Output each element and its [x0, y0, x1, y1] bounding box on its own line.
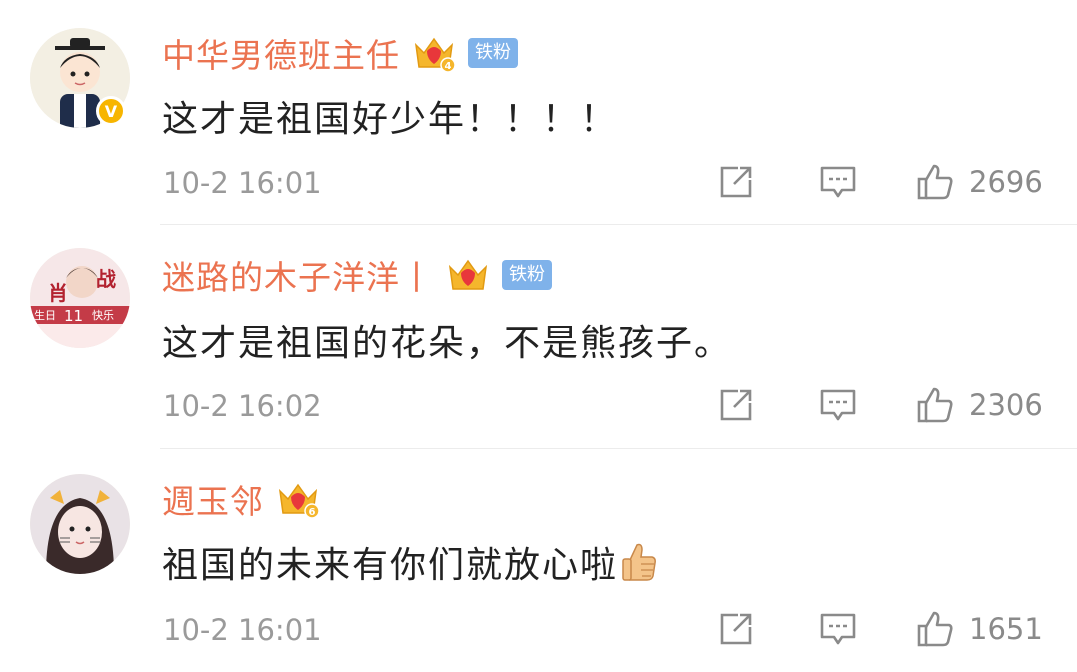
comment-icon: [820, 389, 856, 421]
fan-badge: 铁粉: [468, 38, 518, 68]
like-button[interactable]: 2696: [915, 162, 1043, 202]
thumbs-up-icon: [917, 164, 953, 200]
share-icon: [720, 166, 752, 198]
comment-text: 这才是祖国好少年！！！！: [162, 99, 619, 140]
reply-button[interactable]: [818, 162, 858, 202]
fan-crown-icon: 6: [278, 483, 320, 519]
crown-level: 6: [309, 507, 316, 518]
avatar-text: 生日: [34, 308, 56, 322]
comment-text: 祖国的未来有你们就放心啦: [162, 536, 660, 588]
fan-badge: 铁粉: [502, 260, 552, 290]
comment-item: 肖 战 生日 11 快乐 迷路的木子洋洋丨 铁粉 这才是祖国的花朵，不是熊孩子。…: [0, 224, 1077, 448]
idol-photo-avatar-icon: 肖 战 生日 11 快乐: [30, 248, 130, 348]
comment-time: 10-2 16:02: [163, 389, 322, 423]
avatar[interactable]: [30, 474, 130, 574]
comment-item: 週玉邻 6 祖国的未来有你们就放心啦 10-2 16:01 1651: [0, 448, 1077, 672]
avatar-text: 11: [64, 307, 83, 325]
share-icon: [720, 613, 752, 645]
comment-text: 这才是祖国的花朵，不是熊孩子。: [162, 323, 733, 364]
share-button[interactable]: [716, 609, 756, 649]
comment-time: 10-2 16:01: [163, 613, 322, 647]
username[interactable]: 中华男德班主任: [162, 29, 400, 77]
username[interactable]: 迷路的木子洋洋丨: [162, 251, 434, 299]
crown-level: 4: [445, 61, 452, 72]
avatar-text: 肖: [48, 281, 68, 305]
avatar-text: 快乐: [92, 309, 114, 322]
girl-photo-avatar-icon: [30, 474, 130, 574]
like-button[interactable]: 1651: [915, 609, 1043, 649]
comment-item: V 中华男德班主任 4 铁粉 这才是祖国好少年！！！！ 10-2 16:01 2…: [0, 0, 1077, 224]
share-button[interactable]: [716, 385, 756, 425]
share-button[interactable]: [716, 162, 756, 202]
comment-icon: [820, 166, 856, 198]
comment-time: 10-2 16:01: [163, 166, 322, 200]
thumbs-up-icon: [917, 611, 953, 647]
avatar-text: 战: [96, 267, 116, 291]
comment-text-content: 祖国的未来有你们就放心啦: [162, 545, 619, 586]
like-count: 2696: [969, 165, 1043, 199]
thumbs-up-icon: [917, 387, 953, 423]
comment-icon: [820, 613, 856, 645]
username[interactable]: 週玉邻: [162, 475, 264, 523]
reply-button[interactable]: [818, 609, 858, 649]
like-button[interactable]: 2306: [915, 385, 1043, 425]
like-count: 2306: [969, 388, 1043, 422]
verified-badge-icon: V: [96, 96, 126, 126]
like-count: 1651: [969, 612, 1043, 646]
reply-button[interactable]: [818, 385, 858, 425]
thumbs-up-emoji-icon: [622, 543, 656, 581]
share-icon: [720, 389, 752, 421]
fan-crown-icon: 4: [414, 37, 456, 73]
avatar[interactable]: 肖 战 生日 11 快乐: [30, 248, 130, 348]
fan-crown-icon: [448, 259, 488, 290]
